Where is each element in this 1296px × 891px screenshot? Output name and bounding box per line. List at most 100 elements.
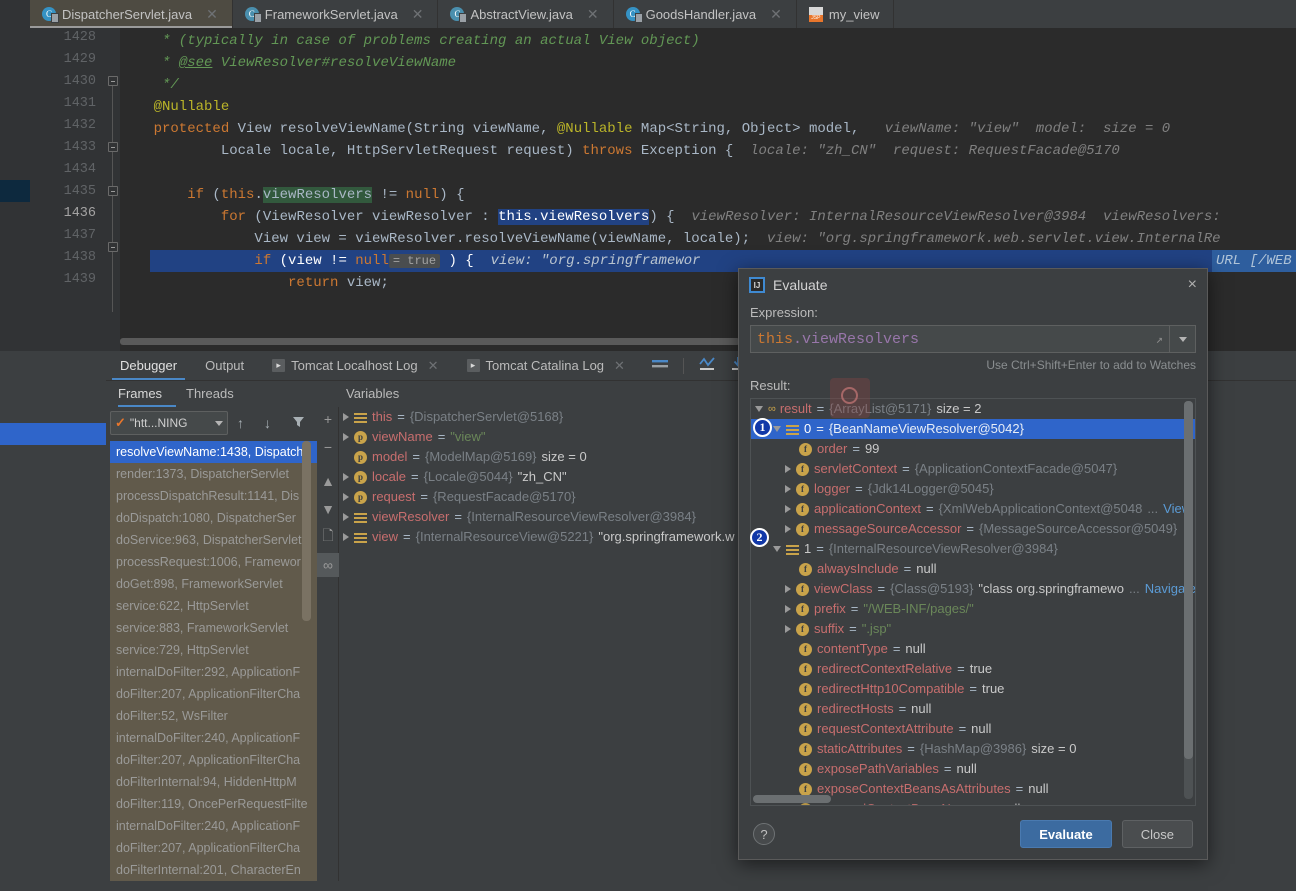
expand-arrow-icon[interactable] — [343, 473, 349, 481]
result-tree-horizontal-scrollbar[interactable] — [753, 795, 831, 803]
move-down-icon[interactable]: ▼ — [317, 497, 339, 521]
evaluate-button[interactable]: Evaluate — [1020, 820, 1112, 848]
editor-tab-myview[interactable]: my_view — [796, 0, 895, 28]
fold-toggle-icon[interactable] — [108, 186, 118, 196]
result-tree-scrollbar-thumb[interactable] — [1184, 401, 1193, 759]
result-tree-row-applicationcontext[interactable]: f applicationContext = {XmlWebApplicatio… — [751, 499, 1195, 519]
result-tree-row-exposepathvariables[interactable]: f exposePathVariables = null — [751, 759, 1195, 779]
result-tree-row-index-1[interactable]: 1 = {InternalResourceViewResolver@3984} — [751, 539, 1195, 559]
close-icon[interactable]: ✕ — [206, 7, 218, 21]
result-tree-row-requestcontextattribute[interactable]: f requestContextAttribute = null — [751, 719, 1195, 739]
move-up-icon[interactable]: ▲ — [317, 469, 339, 493]
sub-tab-threads[interactable]: Threads — [186, 381, 234, 407]
frame-list-item[interactable]: doFilter:207, ApplicationFilterCha — [110, 749, 317, 771]
frame-list-item[interactable]: processRequest:1006, Framewor — [110, 551, 317, 573]
result-tree-row-suffix[interactable]: f suffix = ".jsp" — [751, 619, 1195, 639]
collapse-arrow-icon[interactable] — [773, 546, 781, 552]
frame-list-item[interactable]: doFilterInternal:201, CharacterEn — [110, 859, 317, 881]
close-button[interactable]: Close — [1121, 820, 1193, 848]
result-tree-row-contenttype[interactable]: f contentType = null — [751, 639, 1195, 659]
frame-list-item[interactable]: service:622, HttpServlet — [110, 595, 317, 617]
frame-list-item[interactable]: doDispatch:1080, DispatcherSer — [110, 507, 317, 529]
frame-list-item[interactable]: doFilterInternal:94, HiddenHttpM — [110, 771, 317, 793]
expression-input[interactable]: this .viewResolvers ↗ — [750, 325, 1170, 353]
tab-output[interactable]: Output — [191, 351, 258, 380]
help-button[interactable]: ? — [753, 823, 775, 845]
call-stack-frames-list[interactable]: resolveViewName:1438, Dispatch render:13… — [110, 441, 317, 891]
arrow-down-icon[interactable]: ↓ — [264, 415, 271, 431]
result-tree-row-alwaysinclude[interactable]: f alwaysInclude = null — [751, 559, 1195, 579]
expand-arrow-icon[interactable] — [785, 485, 791, 493]
frame-list-item[interactable]: doFilter:207, ApplicationFilterCha — [110, 837, 317, 859]
result-tree-row-staticattributes[interactable]: f staticAttributes = {HashMap@3986} size… — [751, 739, 1195, 759]
result-tree-row-index-0[interactable]: 0 = {BeanNameViewResolver@5042} — [751, 419, 1195, 439]
expand-arrow-icon[interactable] — [343, 413, 349, 421]
tab-debugger[interactable]: Debugger — [106, 351, 191, 380]
expand-editor-icon[interactable]: ↗ — [1156, 332, 1163, 347]
result-tree[interactable]: ∞ result = {ArrayList@5171} size = 2 0 =… — [750, 398, 1196, 806]
layout-icon[interactable] — [651, 357, 669, 374]
result-tree-row-servletcontext[interactable]: f servletContext = {ApplicationContextFa… — [751, 459, 1195, 479]
frames-vertical-scrollbar[interactable] — [302, 441, 311, 621]
fold-toggle-icon[interactable] — [108, 142, 118, 152]
expand-arrow-icon[interactable] — [343, 513, 349, 521]
frame-list-item[interactable]: service:729, HttpServlet — [110, 639, 317, 661]
editor-tab-frameworkservlet[interactable]: C FrameworkServlet.java ✕ — [232, 0, 439, 28]
plus-icon[interactable]: + — [317, 407, 339, 431]
expand-arrow-icon[interactable] — [343, 493, 349, 501]
thread-selector-dropdown[interactable]: ✓ "htt...NING — [110, 411, 228, 435]
minus-icon[interactable]: − — [317, 435, 339, 459]
expand-arrow-icon[interactable] — [785, 585, 791, 593]
close-icon[interactable]: × — [1188, 276, 1197, 294]
result-tree-row-redirecthttp10compatible[interactable]: f redirectHttp10Compatible = true — [751, 679, 1195, 699]
expand-arrow-icon[interactable] — [785, 525, 791, 533]
watches-icon[interactable]: ∞ — [317, 553, 339, 577]
tab-tomcat-catalina-log[interactable]: ▸ Tomcat Catalina Log ✕ — [453, 351, 639, 380]
frame-list-item[interactable]: doGet:898, FrameworkServlet — [110, 573, 317, 595]
frame-list-item[interactable]: doFilter:119, OncePerRequestFilte — [110, 793, 317, 815]
sub-tab-frames[interactable]: Frames — [118, 381, 176, 407]
copy-icon[interactable]: 🗋 — [317, 525, 339, 549]
evaluate-dialog[interactable]: IJ Evaluate × Expression: this .viewResol… — [738, 268, 1208, 860]
close-icon[interactable]: ✕ — [587, 7, 599, 21]
close-icon[interactable]: ✕ — [614, 351, 625, 380]
frame-list-item[interactable]: service:883, FrameworkServlet — [110, 617, 317, 639]
close-icon[interactable]: ✕ — [412, 7, 424, 21]
sub-tab-variables[interactable]: Variables — [346, 381, 399, 407]
result-tree-row-redirectcontextrelative[interactable]: f redirectContextRelative = true — [751, 659, 1195, 679]
tab-tomcat-localhost-log[interactable]: ▸ Tomcat Localhost Log ✕ — [258, 351, 452, 380]
expand-arrow-icon[interactable] — [785, 605, 791, 613]
result-tree-row-logger[interactable]: f logger = {Jdk14Logger@5045} — [751, 479, 1195, 499]
editor-tab-dispatcherservlet[interactable]: C DispatcherServlet.java ✕ — [30, 0, 233, 28]
result-tree-row-redirecthosts[interactable]: f redirectHosts = null — [751, 699, 1195, 719]
frame-list-item[interactable]: doService:963, DispatcherServlet — [110, 529, 317, 551]
fold-toggle-icon[interactable] — [108, 242, 118, 252]
editor-tab-abstractview[interactable]: C AbstractView.java ✕ — [438, 0, 614, 28]
frame-list-item[interactable]: resolveViewName:1438, Dispatch — [110, 441, 317, 463]
close-icon[interactable]: ✕ — [428, 351, 439, 380]
result-tree-row-prefix[interactable]: f prefix = "/WEB-INF/pages/" — [751, 599, 1195, 619]
frame-list-item[interactable]: internalDoFilter:292, ApplicationF — [110, 661, 317, 683]
expression-history-dropdown[interactable] — [1170, 325, 1196, 353]
filter-icon[interactable] — [292, 415, 305, 431]
result-tree-row-messagesourceaccessor[interactable]: f messageSourceAccessor = {MessageSource… — [751, 519, 1195, 539]
expand-arrow-icon[interactable] — [785, 625, 791, 633]
collapse-arrow-icon[interactable] — [755, 406, 763, 412]
expand-arrow-icon[interactable] — [785, 505, 791, 513]
frame-list-item[interactable]: processDispatchResult:1141, Dis — [110, 485, 317, 507]
frame-list-item[interactable]: render:1373, DispatcherServlet — [110, 463, 317, 485]
frame-list-item[interactable]: doFilter:207, ApplicationFilterCha — [110, 683, 317, 705]
editor-tab-goodshandler[interactable]: C GoodsHandler.java ✕ — [613, 0, 797, 28]
editor-horizontal-scrollbar[interactable] — [120, 338, 740, 345]
result-tree-scrollbar-track[interactable] — [1184, 401, 1193, 799]
close-icon[interactable]: ✕ — [770, 7, 782, 21]
expand-arrow-icon[interactable] — [343, 433, 349, 441]
frame-list-item[interactable]: doFilter:52, WsFilter — [110, 705, 317, 727]
arrow-up-icon[interactable]: ↑ — [237, 415, 244, 431]
expand-arrow-icon[interactable] — [343, 533, 349, 541]
expand-arrow-icon[interactable] — [785, 465, 791, 473]
fold-toggle-icon[interactable] — [108, 76, 118, 86]
result-tree-row-result[interactable]: ∞ result = {ArrayList@5171} size = 2 — [751, 399, 1195, 419]
result-tree-row-viewclass[interactable]: f viewClass = {Class@5193} "class org.sp… — [751, 579, 1195, 599]
frame-list-item[interactable]: internalDoFilter:240, ApplicationF — [110, 815, 317, 837]
